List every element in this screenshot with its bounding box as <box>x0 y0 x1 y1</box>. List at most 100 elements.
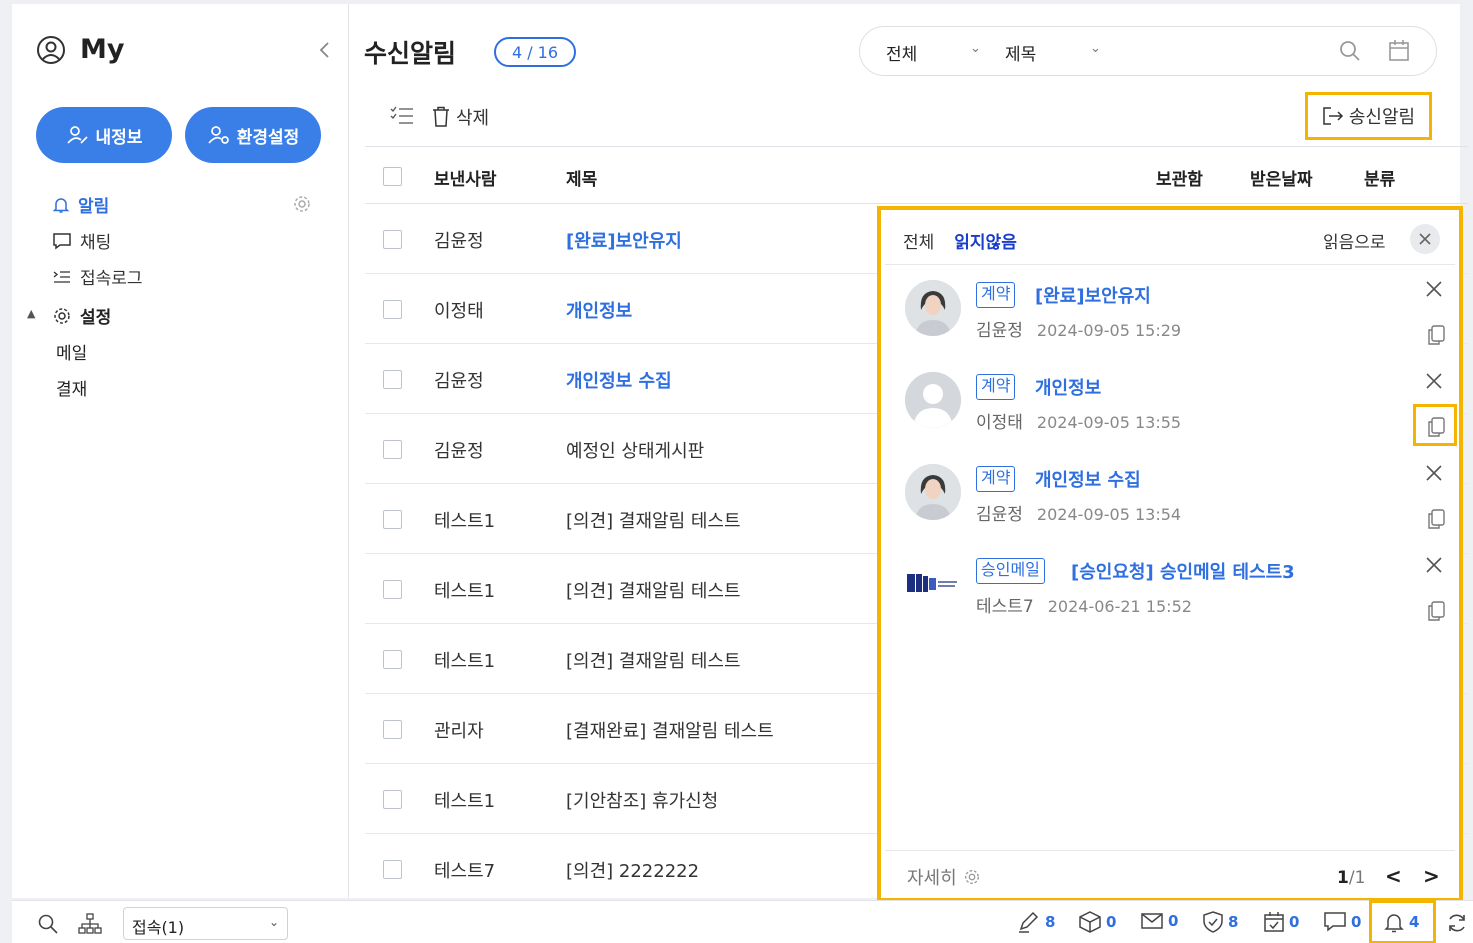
sidebar-item-label: 알림 <box>78 197 110 217</box>
cube-icon <box>1078 911 1102 933</box>
copy-icon[interactable] <box>1426 324 1446 346</box>
sign-count[interactable]: 8 <box>1017 911 1055 933</box>
row-checkbox[interactable] <box>383 720 402 739</box>
row-checkbox[interactable] <box>383 580 402 599</box>
details-link[interactable]: 자세히 <box>907 864 981 890</box>
mark-as-read-button[interactable]: 읽음으로 <box>1323 228 1386 253</box>
row-subject[interactable]: 개인정보 <box>566 297 632 323</box>
notification-title[interactable]: [완료]보안유지 <box>1035 282 1151 308</box>
row-checkbox[interactable] <box>383 650 402 669</box>
close-popup-button[interactable] <box>1410 224 1440 254</box>
calendar-check-icon <box>1263 911 1285 933</box>
sent-notifications-button[interactable]: 송신알림 <box>1305 92 1432 140</box>
status-bar: 접속(1) ⌄ 8 0 0 8 0 0 4 <box>12 900 1473 943</box>
row-subject[interactable]: [기안참조] 휴가신청 <box>566 787 718 813</box>
notification-item[interactable]: 계약 개인정보 이정태 2024-09-05 13:55 <box>905 370 1450 462</box>
next-page-button[interactable]: > <box>1423 864 1440 888</box>
row-subject[interactable]: [결재완료] 결재알림 테스트 <box>566 717 774 743</box>
row-subject[interactable]: 개인정보 수집 <box>566 367 672 393</box>
select-all-checklist-icon[interactable] <box>390 105 414 127</box>
dismiss-icon[interactable] <box>1425 280 1443 298</box>
scope-select[interactable]: 전체 <box>886 40 917 65</box>
sidebar-item-alarm[interactable]: 알림 <box>52 192 109 217</box>
sidebar-subitem-approval[interactable]: 결재 <box>56 375 87 400</box>
mail-count[interactable]: 0 <box>1140 911 1178 931</box>
user-settings-icon <box>207 125 231 145</box>
notification-meta: 김윤정 2024-09-05 13:54 <box>976 500 1181 525</box>
sidebar-item-settings[interactable]: 설정 <box>52 303 111 328</box>
row-checkbox[interactable] <box>383 230 402 249</box>
status-select[interactable]: 접속(1) ⌄ <box>123 907 288 940</box>
sidebar-subitem-mail[interactable]: 메일 <box>56 339 87 364</box>
dismiss-icon[interactable] <box>1425 464 1443 482</box>
delete-button[interactable]: 삭제 <box>432 104 489 130</box>
col-storage[interactable]: 보관함 <box>1156 165 1203 190</box>
sidebar-item-label: 설정 <box>80 308 112 328</box>
col-subject[interactable]: 제목 <box>566 165 597 190</box>
dismiss-icon[interactable] <box>1425 372 1443 390</box>
refresh-icon[interactable] <box>1446 912 1468 934</box>
approval-count[interactable]: 8 <box>1202 911 1238 933</box>
row-checkbox[interactable] <box>383 370 402 389</box>
alarm-settings-gear-icon[interactable] <box>292 194 312 214</box>
notification-item[interactable]: 계약 개인정보 수집 김윤정 2024-09-05 13:54 <box>905 462 1450 554</box>
user-circle-icon <box>36 35 66 65</box>
sidebar-item-label: 채팅 <box>80 233 112 253</box>
caret-up-icon[interactable]: ▲ <box>27 307 35 320</box>
search-icon[interactable] <box>37 913 59 935</box>
dismiss-icon[interactable] <box>1425 556 1443 574</box>
col-received-date[interactable]: 받은날짜 <box>1250 165 1313 190</box>
notification-meta: 김윤정 2024-09-05 15:29 <box>976 316 1181 341</box>
box-count[interactable]: 0 <box>1078 911 1116 933</box>
tab-all[interactable]: 전체 <box>903 228 934 253</box>
calendar-count[interactable]: 0 <box>1263 911 1299 933</box>
org-chart-icon[interactable] <box>78 913 102 935</box>
preferences-button[interactable]: 환경설정 <box>185 107 321 163</box>
row-subject[interactable]: [의견] 결재알림 테스트 <box>566 647 741 673</box>
calendar-icon[interactable] <box>1388 39 1410 63</box>
profile-button-label: 내정보 <box>95 127 143 148</box>
collapse-sidebar-icon[interactable] <box>317 40 331 60</box>
profile-button[interactable]: 내정보 <box>36 107 172 163</box>
notification-meta: 이정태 2024-09-05 13:55 <box>976 408 1181 433</box>
col-category[interactable]: 분류 <box>1364 165 1395 190</box>
notification-title[interactable]: 개인정보 수집 <box>1035 466 1141 492</box>
chat-count[interactable]: 0 <box>1323 911 1361 933</box>
notification-item[interactable]: 승인메일 [승인요청] 승인메일 테스트3 테스트7 2024-06-21 15:… <box>905 554 1450 646</box>
copy-icon[interactable] <box>1426 508 1446 530</box>
prev-page-button[interactable]: < <box>1385 864 1402 888</box>
notification-sender: 이정태 <box>976 413 1023 433</box>
row-checkbox[interactable] <box>383 440 402 459</box>
notification-popup-body: 전체 읽지않음 읽음으로 계약 [완료]보안유지 김윤정 2024-09-05 1… <box>885 214 1457 894</box>
notification-sender: 테스트7 <box>976 597 1034 617</box>
shield-check-icon <box>1202 911 1224 933</box>
row-checkbox[interactable] <box>383 300 402 319</box>
chevron-down-icon[interactable]: ⌄ <box>1090 41 1101 56</box>
row-subject[interactable]: [의견] 2222222 <box>566 857 699 883</box>
category-tag: 계약 <box>976 282 1016 308</box>
row-subject[interactable]: [의견] 결재알림 테스트 <box>566 577 741 603</box>
select-all-checkbox[interactable] <box>383 167 402 186</box>
chat-count-value: 0 <box>1351 913 1362 931</box>
tab-unread[interactable]: 읽지않음 <box>954 228 1017 253</box>
notification-date: 2024-06-21 15:52 <box>1047 597 1192 616</box>
row-subject[interactable]: [의견] 결재알림 테스트 <box>566 507 741 533</box>
row-checkbox[interactable] <box>383 510 402 529</box>
row-checkbox[interactable] <box>383 860 402 879</box>
chevron-down-icon[interactable]: ⌄ <box>970 41 981 56</box>
row-subject[interactable]: [완료]보안유지 <box>566 227 682 253</box>
copy-icon[interactable] <box>1426 600 1446 622</box>
page-total: /1 <box>1348 868 1366 888</box>
row-subject[interactable]: 예정인 상태게시판 <box>566 437 704 463</box>
field-select[interactable]: 제목 <box>1005 40 1036 65</box>
row-sender: 테스트1 <box>434 581 496 602</box>
sidebar-item-label: 접속로그 <box>80 269 143 289</box>
notification-item[interactable]: 계약 [완료]보안유지 김윤정 2024-09-05 15:29 <box>905 278 1450 370</box>
search-icon[interactable] <box>1338 39 1362 63</box>
notification-title[interactable]: 개인정보 <box>1035 374 1101 400</box>
row-checkbox[interactable] <box>383 790 402 809</box>
notification-title[interactable]: [승인요청] 승인메일 테스트3 <box>1071 558 1295 584</box>
sidebar-item-chat[interactable]: 채팅 <box>52 228 111 253</box>
sidebar-item-access-log[interactable]: 접속로그 <box>52 264 143 289</box>
col-sender[interactable]: 보낸사람 <box>434 165 497 190</box>
